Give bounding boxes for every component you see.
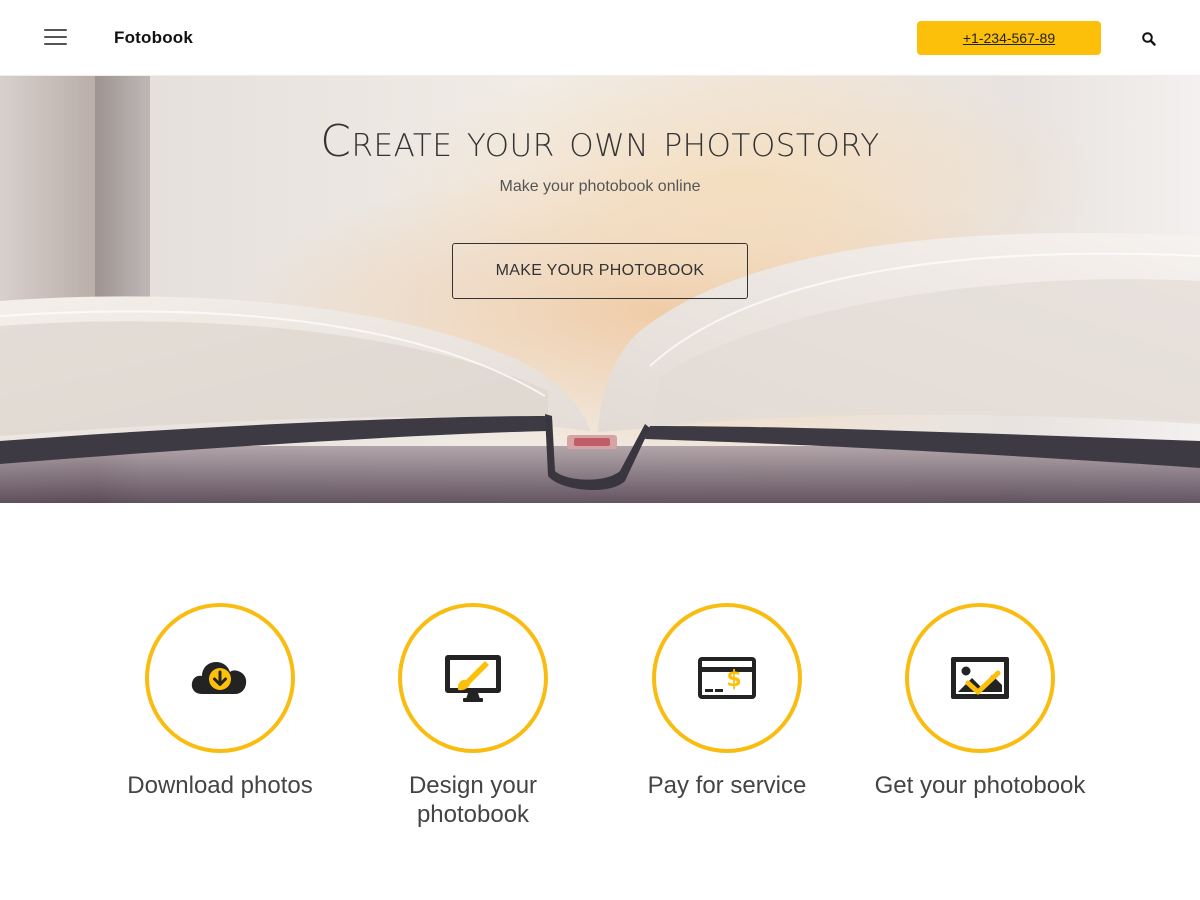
make-photobook-button[interactable]: MAKE YOUR PHOTOBOOK xyxy=(452,243,748,299)
step-label: Pay for service xyxy=(647,772,807,799)
step-label: Design your photobook xyxy=(408,772,538,828)
card-dollar-icon: $ xyxy=(698,657,756,699)
steps-section: Download photos Design your photobook $ xyxy=(0,503,1200,900)
monitor-brush-icon xyxy=(445,655,501,702)
step-label: Get your photobook xyxy=(874,772,1086,799)
step-circle xyxy=(398,603,548,753)
step-circle xyxy=(145,603,295,753)
top-navbar: Fotobook +1-234-567-89 xyxy=(0,0,1200,76)
step-circle: $ xyxy=(652,603,802,753)
svg-text:$: $ xyxy=(726,667,741,692)
phone-button[interactable]: +1-234-567-89 xyxy=(917,21,1101,55)
image-check-icon xyxy=(951,657,1009,699)
hero-banner: Create your own photostory Make your pho… xyxy=(0,76,1200,503)
step-label: Download photos xyxy=(127,772,313,799)
brand-logo-text[interactable]: Fotobook xyxy=(114,28,193,48)
step-circle xyxy=(905,603,1055,753)
search-icon[interactable] xyxy=(1141,31,1157,47)
hero-subtitle: Make your photobook online xyxy=(499,178,701,195)
hamburger-menu-icon[interactable] xyxy=(44,28,68,46)
cloud-download-icon xyxy=(191,662,247,694)
hero-title: Create your own photostory xyxy=(320,116,880,167)
